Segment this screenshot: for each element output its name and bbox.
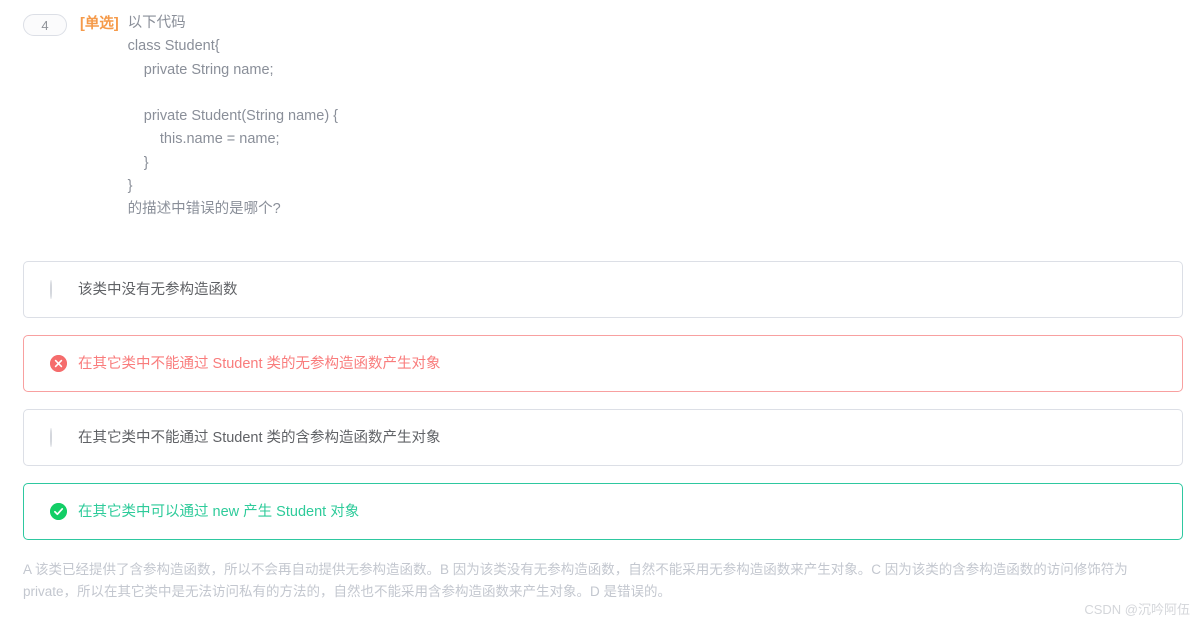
question-content: 以下代码 class Student{ private String name;… (128, 12, 1203, 222)
circle-check-icon (50, 503, 67, 520)
question-type-label: [单选] (80, 16, 119, 32)
option-label-d: 在其它类中可以通过 new 产生 Student 对象 (78, 503, 360, 520)
option-label-c: 在其它类中不能通过 Student 类的含参构造函数产生对象 (78, 429, 441, 446)
circle-x-icon (50, 355, 67, 372)
option-label-a: 该类中没有无参构造函数 (78, 281, 238, 298)
radio-unselected-icon[interactable] (50, 280, 67, 299)
answer-explanation: A 该类已经提供了含参构造函数，所以不会再自动提供无参构造函数。B 因为该类没有… (23, 562, 1128, 599)
question-title: 以下代码 (127, 15, 186, 31)
question-header: 4 [单选] 以下代码 class Student{ private Strin… (0, 12, 1203, 222)
option-item-c[interactable]: 在其它类中不能通过 Student 类的含参构造函数产生对象 (23, 409, 1183, 466)
option-item-a[interactable]: 该类中没有无参构造函数 (23, 261, 1183, 318)
question-code-snippet: class Student{ private String name; priv… (127, 38, 339, 195)
radio-unselected-icon[interactable] (50, 428, 67, 447)
option-item-b[interactable]: 在其它类中不能通过 Student 类的无参构造函数产生对象 (23, 335, 1183, 392)
csdn-watermark: CSDN @沉吟阿伍 (1084, 602, 1190, 617)
option-item-d[interactable]: 在其它类中可以通过 new 产生 Student 对象 (23, 483, 1183, 540)
question-prompt: 的描述中错误的是哪个? (127, 201, 281, 218)
question-number-badge: 4 (23, 14, 67, 36)
question-block: 4 [单选] 以下代码 class Student{ private Strin… (0, 0, 1203, 222)
options-list: 该类中没有无参构造函数 在其它类中不能通过 Student 类的无参构造函数产生… (23, 261, 1183, 557)
option-label-b: 在其它类中不能通过 Student 类的无参构造函数产生对象 (78, 355, 441, 372)
